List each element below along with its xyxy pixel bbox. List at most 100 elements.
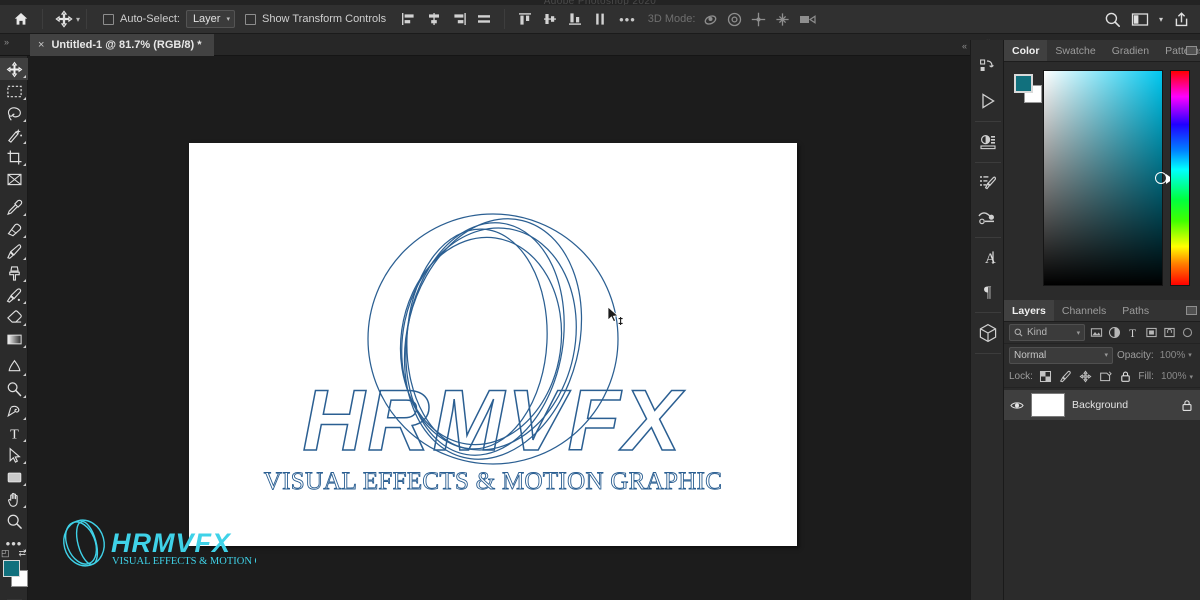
brush-settings-panel-icon[interactable] — [971, 166, 1005, 200]
layer-filter-kind-value: Kind — [1027, 327, 1048, 338]
crop-tool[interactable] — [0, 146, 28, 168]
actions-panel-icon[interactable] — [971, 84, 1005, 118]
search-icon[interactable] — [1104, 11, 1121, 28]
filter-type-icon[interactable]: T — [1126, 325, 1140, 341]
quick-mask-toggle[interactable] — [0, 595, 28, 600]
tool-more-indicator — [23, 119, 26, 122]
filter-adjustment-icon[interactable] — [1107, 325, 1121, 341]
eraser-tool[interactable] — [0, 306, 28, 328]
hue-slider[interactable] — [1170, 70, 1190, 286]
align-horizontal-centers-button[interactable] — [423, 9, 445, 30]
share-icon[interactable] — [1173, 11, 1190, 28]
rectangular-marquee-tool[interactable] — [0, 80, 28, 102]
roll-3d-icon[interactable] — [726, 11, 743, 28]
lock-artboard-nesting-icon[interactable] — [1098, 369, 1113, 385]
move-tool[interactable] — [0, 58, 28, 80]
brushes-panel-icon[interactable] — [971, 200, 1005, 234]
lock-transparent-pixels-icon[interactable] — [1038, 369, 1053, 385]
hand-tool[interactable] — [0, 488, 28, 510]
tab-paths[interactable]: Paths — [1114, 300, 1157, 321]
chevron-down-icon[interactable]: ▾ — [1159, 15, 1163, 24]
color-panel-foreground-swatch[interactable] — [1014, 74, 1033, 93]
lock-all-icon[interactable] — [1118, 369, 1133, 385]
lock-image-pixels-icon[interactable] — [1058, 369, 1073, 385]
filter-shape-icon[interactable] — [1144, 325, 1158, 341]
workspace-icon[interactable] — [1131, 12, 1149, 27]
gradient-tool[interactable] — [0, 328, 28, 350]
paragraph-panel-icon[interactable]: ¶ — [971, 275, 1005, 309]
frame-tool[interactable] — [0, 168, 28, 190]
auto-select-checkbox[interactable] — [103, 13, 115, 25]
eye-icon[interactable] — [1010, 400, 1024, 411]
zoom-tool[interactable] — [0, 510, 28, 532]
pan-3d-icon[interactable] — [750, 11, 767, 28]
filter-smart-object-icon[interactable] — [1162, 325, 1176, 341]
color-field[interactable] — [1043, 70, 1173, 286]
tab-swatches[interactable]: Swatche — [1047, 40, 1103, 61]
align-right-edges-button[interactable] — [448, 9, 470, 30]
rail-divider — [975, 162, 1001, 163]
adjustments-panel-icon[interactable] — [971, 125, 1005, 159]
blend-mode-dropdown[interactable]: Normal ▾ — [1009, 346, 1113, 364]
tool-preset-picker[interactable]: ▾ — [55, 10, 80, 28]
history-brush-tool[interactable] — [0, 284, 28, 306]
panel-menu-icon[interactable] — [1186, 306, 1197, 315]
align-bottom-edges-button[interactable] — [564, 9, 586, 30]
swap-colors-icon[interactable]: ⇄ — [18, 548, 26, 559]
brush-tool[interactable] — [0, 240, 28, 262]
slide-3d-icon[interactable] — [774, 11, 791, 28]
lock-position-icon[interactable] — [1078, 369, 1093, 385]
layer-list[interactable]: Background — [1004, 388, 1200, 420]
artboard[interactable]: HRMVFX VISUAL EFFECTS & MOTION GRAPHIC — [189, 143, 797, 546]
filter-pixel-icon[interactable] — [1089, 325, 1103, 341]
object-selection-tool[interactable] — [0, 124, 28, 146]
expand-panels-icon[interactable]: » — [4, 37, 9, 47]
tab-color[interactable]: Color — [1004, 40, 1048, 61]
blur-tool[interactable] — [0, 356, 28, 378]
spot-healing-brush-tool[interactable] — [0, 218, 28, 240]
show-transform-checkbox[interactable] — [244, 13, 256, 25]
lock-icon[interactable] — [1180, 399, 1194, 412]
document-tab-untitled-1[interactable]: × Untitled-1 @ 81.7% (RGB/8) * — [30, 34, 214, 56]
fill-field[interactable]: 100% ▾ — [1159, 368, 1195, 385]
character-panel-icon[interactable]: A — [971, 241, 1005, 275]
tab-channels[interactable]: Channels — [1054, 300, 1114, 321]
rectangle-tool[interactable] — [0, 466, 28, 488]
panel-menu-icon[interactable] — [1186, 46, 1197, 55]
opacity-label: Opacity: — [1117, 349, 1154, 361]
foreground-color-swatch[interactable] — [3, 560, 20, 577]
home-button[interactable] — [6, 11, 36, 27]
auto-select-scope-dropdown[interactable]: Layer ▾ — [185, 10, 235, 28]
tab-layers[interactable]: Layers — [1004, 300, 1054, 321]
filter-enable-toggle[interactable] — [1181, 325, 1195, 341]
path-selection-tool[interactable] — [0, 444, 28, 466]
reset-colors-icon[interactable]: ◰ — [1, 548, 10, 559]
align-vertical-centers-button[interactable] — [539, 9, 561, 30]
close-icon[interactable]: × — [38, 39, 44, 51]
more-options-button[interactable]: ••• — [619, 13, 636, 26]
canvas-area[interactable]: « HRMVFX VISUAL EFFECTS & MOTION GRAPHIC — [28, 41, 970, 600]
align-left-edges-button[interactable] — [398, 9, 420, 30]
history-panel-icon[interactable] — [971, 50, 1005, 84]
opacity-field[interactable]: 100% ▾ — [1158, 347, 1194, 364]
canvas-collapse-icon[interactable]: « — [962, 41, 967, 51]
camera-3d-icon[interactable] — [798, 11, 817, 28]
table-row[interactable]: Background — [1004, 390, 1200, 420]
tab-gradients[interactable]: Gradien — [1104, 40, 1157, 61]
dodge-tool[interactable] — [0, 378, 28, 400]
tool-more-indicator — [23, 373, 26, 376]
color-panel-swatches — [1014, 74, 1042, 103]
distribute-vertical-button[interactable] — [589, 9, 611, 30]
rotate-3d-icon[interactable] — [702, 11, 719, 28]
chevron-down-icon[interactable]: ▾ — [76, 15, 80, 24]
distribute-horizontal-button[interactable] — [473, 9, 495, 30]
eyedropper-tool[interactable] — [0, 196, 28, 218]
layer-thumbnail[interactable] — [1031, 393, 1065, 417]
align-top-edges-button[interactable] — [514, 9, 536, 30]
type-tool[interactable]: T — [0, 422, 28, 444]
3d-panel-icon[interactable] — [971, 316, 1005, 350]
layer-filter-kind-dropdown[interactable]: Kind ▾ — [1009, 324, 1086, 341]
lasso-tool[interactable] — [0, 102, 28, 124]
pen-tool[interactable] — [0, 400, 28, 422]
clone-stamp-tool[interactable] — [0, 262, 28, 284]
